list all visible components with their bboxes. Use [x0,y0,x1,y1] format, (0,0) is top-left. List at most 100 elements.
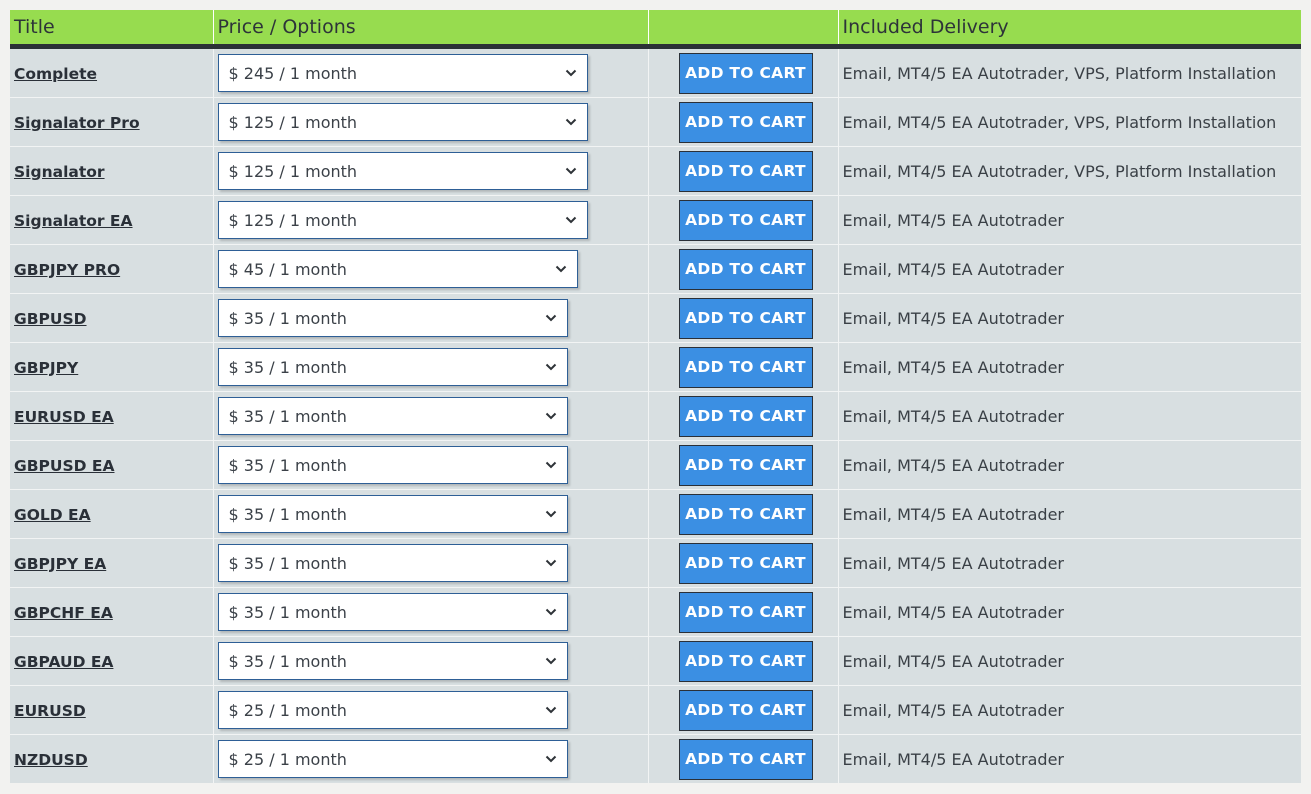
product-title-link[interactable]: GBPJPY [14,359,78,377]
delivery-cell: Email, MT4/5 EA Autotrader, VPS, Platfor… [838,146,1301,196]
included-delivery-text: Email, MT4/5 EA Autotrader, VPS, Platfor… [842,63,1277,83]
add-to-cart-button[interactable]: ADD TO CART [678,640,813,682]
chevron-down-icon [545,608,556,616]
price-cell: $ 35 / 1 month [213,587,649,637]
price-options-select[interactable]: $ 25 / 1 month [217,691,568,729]
add-to-cart-button[interactable]: ADD TO CART [678,444,813,486]
title-cell: GBPUSD EA [10,440,214,490]
product-title-link[interactable]: NZDUSD [14,751,88,769]
included-delivery-text: Email, MT4/5 EA Autotrader, VPS, Platfor… [842,112,1277,132]
cart-cell: ADD TO CART [648,146,839,196]
price-cell: $ 35 / 1 month [213,342,649,392]
table-row: EURUSD $ 25 / 1 month ADD TO CART Email,… [10,685,1301,735]
header-title: Title [10,10,214,49]
selected-price-option: $ 25 / 1 month [228,749,347,769]
price-cell: $ 125 / 1 month [213,195,649,245]
chevron-down-icon [565,216,576,224]
included-delivery-text: Email, MT4/5 EA Autotrader [842,357,1065,377]
cart-cell: ADD TO CART [648,440,839,490]
add-to-cart-button[interactable]: ADD TO CART [678,591,813,633]
selected-price-option: $ 125 / 1 month [228,112,358,132]
selected-price-option: $ 125 / 1 month [228,161,358,181]
product-title-link[interactable]: Signalator [14,163,105,181]
price-options-select[interactable]: $ 35 / 1 month [217,446,568,484]
product-title-link[interactable]: EURUSD EA [14,408,114,426]
price-options-select[interactable]: $ 35 / 1 month [217,299,568,337]
add-to-cart-button[interactable]: ADD TO CART [678,101,813,143]
header-included-delivery: Included Delivery [838,10,1301,49]
product-title-link[interactable]: Signalator Pro [14,114,140,132]
chevron-down-icon [545,412,556,420]
delivery-cell: Email, MT4/5 EA Autotrader [838,685,1301,735]
included-delivery-text: Email, MT4/5 EA Autotrader [842,210,1065,230]
title-cell: Complete [10,46,214,98]
delivery-cell: Email, MT4/5 EA Autotrader [838,244,1301,294]
price-options-select[interactable]: $ 125 / 1 month [217,103,588,141]
title-cell: GBPJPY [10,342,214,392]
price-options-select[interactable]: $ 125 / 1 month [217,201,588,239]
chevron-down-icon [545,755,556,763]
cart-cell: ADD TO CART [648,46,839,98]
add-to-cart-button[interactable]: ADD TO CART [678,248,813,290]
products-table: Title Price / Options Included Delivery … [10,10,1301,783]
add-to-cart-button[interactable]: ADD TO CART [678,199,813,241]
price-options-select[interactable]: $ 35 / 1 month [217,397,568,435]
add-to-cart-button[interactable]: ADD TO CART [678,738,813,780]
delivery-cell: Email, MT4/5 EA Autotrader [838,195,1301,245]
price-options-select[interactable]: $ 125 / 1 month [217,152,588,190]
included-delivery-text: Email, MT4/5 EA Autotrader [842,749,1065,769]
product-title-link[interactable]: GOLD EA [14,506,91,524]
add-to-cart-button[interactable]: ADD TO CART [678,346,813,388]
add-to-cart-button[interactable]: ADD TO CART [678,689,813,731]
price-cell: $ 35 / 1 month [213,538,649,588]
add-to-cart-button[interactable]: ADD TO CART [678,52,813,94]
included-delivery-text: Email, MT4/5 EA Autotrader [842,504,1065,524]
cart-cell: ADD TO CART [648,293,839,343]
cart-cell: ADD TO CART [648,244,839,294]
product-title-link[interactable]: Complete [14,65,97,83]
table-row: GBPJPY $ 35 / 1 month ADD TO CART Email,… [10,342,1301,392]
delivery-cell: Email, MT4/5 EA Autotrader, VPS, Platfor… [838,97,1301,147]
price-options-select[interactable]: $ 35 / 1 month [217,495,568,533]
product-title-link[interactable]: GBPJPY PRO [14,261,120,279]
cart-cell: ADD TO CART [648,97,839,147]
product-title-link[interactable]: GBPUSD [14,310,87,328]
title-cell: Signalator Pro [10,97,214,147]
price-options-select[interactable]: $ 45 / 1 month [217,250,578,288]
title-cell: Signalator EA [10,195,214,245]
product-title-link[interactable]: GBPAUD EA [14,653,113,671]
add-to-cart-button[interactable]: ADD TO CART [678,150,813,192]
selected-price-option: $ 35 / 1 month [228,406,347,426]
price-cell: $ 35 / 1 month [213,489,649,539]
cart-cell: ADD TO CART [648,734,839,783]
product-title-link[interactable]: GBPUSD EA [14,457,115,475]
title-cell: GBPUSD [10,293,214,343]
product-title-link[interactable]: GBPJPY EA [14,555,106,573]
table-row: Signalator Pro $ 125 / 1 month ADD TO CA… [10,97,1301,147]
table-row: Signalator EA $ 125 / 1 month ADD TO CAR… [10,195,1301,245]
chevron-down-icon [555,265,566,273]
selected-price-option: $ 35 / 1 month [228,357,347,377]
price-options-select[interactable]: $ 245 / 1 month [217,54,588,92]
add-to-cart-button[interactable]: ADD TO CART [678,395,813,437]
table-row: NZDUSD $ 25 / 1 month ADD TO CART Email,… [10,734,1301,783]
price-options-select[interactable]: $ 35 / 1 month [217,642,568,680]
add-to-cart-button[interactable]: ADD TO CART [678,493,813,535]
price-options-select[interactable]: $ 25 / 1 month [217,740,568,778]
price-options-select[interactable]: $ 35 / 1 month [217,544,568,582]
table-row: GBPUSD $ 35 / 1 month ADD TO CART Email,… [10,293,1301,343]
add-to-cart-button[interactable]: ADD TO CART [678,297,813,339]
add-to-cart-button[interactable]: ADD TO CART [678,542,813,584]
selected-price-option: $ 125 / 1 month [228,210,358,230]
included-delivery-text: Email, MT4/5 EA Autotrader [842,308,1065,328]
product-title-link[interactable]: GBPCHF EA [14,604,113,622]
included-delivery-text: Email, MT4/5 EA Autotrader [842,700,1065,720]
price-options-select[interactable]: $ 35 / 1 month [217,593,568,631]
cart-cell: ADD TO CART [648,391,839,441]
chevron-down-icon [545,706,556,714]
product-title-link[interactable]: Signalator EA [14,212,133,230]
price-options-select[interactable]: $ 35 / 1 month [217,348,568,386]
product-title-link[interactable]: EURUSD [14,702,86,720]
included-delivery-text: Email, MT4/5 EA Autotrader [842,259,1065,279]
price-cell: $ 125 / 1 month [213,146,649,196]
